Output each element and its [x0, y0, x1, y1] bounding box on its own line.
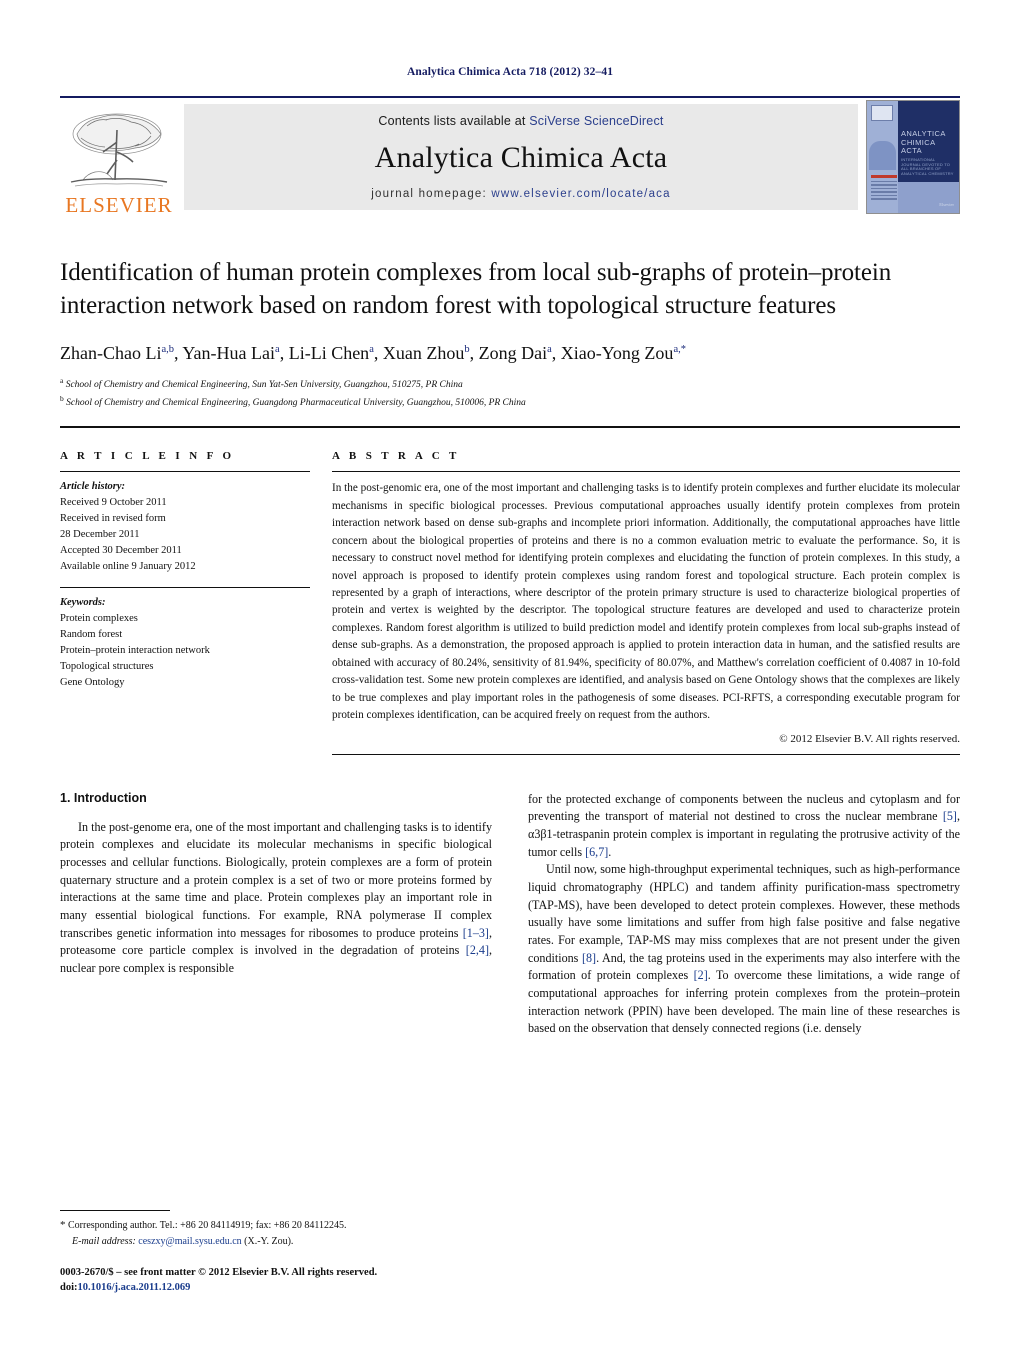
- doi-link[interactable]: 10.1016/j.aca.2011.12.069: [78, 1282, 191, 1293]
- abstract-bottom-rule: [332, 753, 960, 755]
- cover-title-line2: CHIMICA ACTA: [901, 137, 936, 156]
- keywords-label: Keywords:: [60, 596, 106, 608]
- history-line: Received 9 October 2011: [60, 497, 167, 509]
- keyword-item: Gene Ontology: [60, 676, 125, 688]
- history-line: Received in revised form: [60, 513, 166, 525]
- affiliation-list: a School of Chemistry and Chemical Engin…: [60, 375, 960, 410]
- abstract-heading: A B S T R A C T: [332, 450, 460, 463]
- page-title: Identification of human protein complexe…: [60, 259, 892, 319]
- intro-paragraph-right-2: Until now, some high-throughput experime…: [528, 862, 960, 1036]
- author-list: Zhan-Chao Lia,b, Yan-Hua Laia, Li-Li Che…: [60, 343, 686, 363]
- article-history: Article history: Received 9 October 2011…: [60, 479, 310, 575]
- cover-subtitle: INTERNATIONAL JOURNAL DEVOTED TO ALL BRA…: [901, 156, 954, 176]
- footnote-rule: [60, 1210, 170, 1211]
- body-two-column-region: 1. Introduction In the post-genome era, …: [60, 791, 960, 1038]
- cover-photo-figures: [868, 141, 897, 171]
- corresponding-author-email[interactable]: E-mail address: ceszxy@mail.sysu.edu.cn …: [60, 1234, 480, 1249]
- history-line: 28 December 2011: [60, 529, 140, 541]
- journal-title: Analytica Chimica Acta: [374, 141, 668, 174]
- body-left-column: 1. Introduction In the post-genome era, …: [60, 791, 492, 1038]
- keyword-item: Random forest: [60, 628, 123, 640]
- title-bottom-rule: [60, 426, 960, 429]
- section-heading-introduction: 1. Introduction: [60, 790, 147, 805]
- article-title-block: Identification of human protein complexe…: [60, 256, 960, 410]
- article-history-label: Article history:: [60, 481, 126, 493]
- body-right-column: for the protected exchange of components…: [528, 791, 960, 1038]
- sciencedirect-link[interactable]: SciVerse ScienceDirect: [529, 114, 663, 128]
- elsevier-tree-icon: [70, 113, 168, 187]
- history-line: Accepted 30 December 2011: [60, 545, 182, 557]
- cover-elsevier-logo-icon: [871, 105, 893, 121]
- intro-paragraph-left: In the post-genome era, one of the most …: [60, 819, 492, 976]
- abstract-rule: [332, 471, 960, 473]
- journal-homepage-link[interactable]: www.elsevier.com/locate/aca: [491, 188, 670, 200]
- elsevier-logo: ELSEVIER: [60, 98, 178, 216]
- abstract-copyright: © 2012 Elsevier B.V. All rights reserved…: [779, 732, 960, 745]
- journal-masthead: ELSEVIER Contents lists available at Sci…: [60, 96, 960, 216]
- intro-paragraph-right-continued: for the protected exchange of components…: [528, 791, 960, 859]
- affiliation-b-text: School of Chemistry and Chemical Enginee…: [66, 397, 526, 408]
- keyword-item: Topological structures: [60, 660, 154, 672]
- masthead-center-panel: Contents lists available at SciVerse Sci…: [184, 104, 858, 210]
- journal-cover-thumbnail: ANALYTICA CHIMICA ACTA INTERNATIONAL JOU…: [866, 100, 960, 214]
- article-info-column: A R T I C L E I N F O Article history: R…: [60, 450, 310, 755]
- elsevier-wordmark: ELSEVIER: [65, 193, 173, 217]
- keywords-rule: [60, 586, 310, 588]
- homepage-prefix: journal homepage:: [371, 188, 492, 200]
- contents-prefix: Contents lists available at: [378, 114, 530, 128]
- imprint-line: 0003-2670/$ – see front matter © 2012 El…: [60, 1266, 378, 1278]
- affiliation-a-text: School of Chemistry and Chemical Enginee…: [65, 380, 463, 391]
- contents-lists-line: Contents lists available at SciVerse Sci…: [184, 114, 858, 128]
- abstract-column: A B S T R A C T In the post-genomic era,…: [332, 450, 960, 755]
- abstract-text: In the post-genomic era, one of the most…: [332, 482, 960, 722]
- cover-red-bar: [871, 174, 897, 178]
- running-head: Analytica Chimica Acta 718 (2012) 32–41: [406, 66, 614, 78]
- journal-article-page: Analytica Chimica Acta 718 (2012) 32–41 …: [0, 0, 1020, 1351]
- cover-bottom-panel: [898, 181, 959, 213]
- cover-text-lines: [871, 180, 897, 202]
- keyword-item: Protein complexes: [60, 612, 138, 624]
- doi-label: doi:: [60, 1282, 78, 1294]
- corresponding-author-note: * Corresponding author. Tel.: +86 20 841…: [60, 1219, 347, 1231]
- article-info-rule: [60, 471, 310, 473]
- article-info-heading: A R T I C L E I N F O: [60, 450, 235, 463]
- doi-line: doi:10.1016/j.aca.2011.12.069: [60, 1280, 480, 1296]
- cover-signature: Elsevier: [939, 202, 954, 207]
- imprint-block: 0003-2670/$ – see front matter © 2012 El…: [60, 1265, 480, 1297]
- footnote-region: * Corresponding author. Tel.: +86 20 841…: [60, 1210, 480, 1296]
- info-abstract-region: A R T I C L E I N F O Article history: R…: [60, 450, 960, 755]
- journal-homepage-line: journal homepage: www.elsevier.com/locat…: [184, 188, 858, 200]
- keywords-block: Keywords: Protein complexes Random fores…: [60, 595, 310, 691]
- cover-title: ANALYTICA CHIMICA ACTA INTERNATIONAL JOU…: [901, 129, 956, 176]
- affiliation-a: a School of Chemistry and Chemical Engin…: [60, 376, 463, 391]
- history-line: Available online 9 January 2012: [60, 560, 196, 572]
- keyword-item: Protein–protein interaction network: [60, 644, 210, 656]
- affiliation-b: b School of Chemistry and Chemical Engin…: [60, 393, 526, 408]
